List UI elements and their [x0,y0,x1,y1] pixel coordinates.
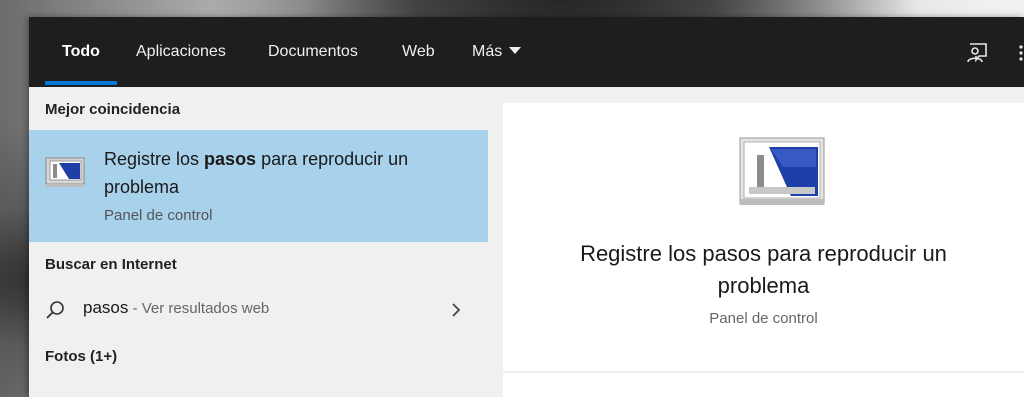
chevron-right-icon[interactable] [450,300,462,320]
best-match-subtitle: Panel de control [104,207,213,224]
preview-actions-area [503,373,1024,397]
preview-title: Registre los pasos para reproducir un pr… [580,241,947,298]
section-best-match: Mejor coincidencia [45,101,181,118]
tab-mas[interactable]: Más [472,17,522,87]
web-search-hint: - Ver resultados web [128,300,270,317]
best-title-highlight: pasos [204,149,257,169]
steps-recorder-large-icon [739,137,825,205]
tab-documentos[interactable]: Documentos [268,17,358,87]
tab-aplicaciones[interactable]: Aplicaciones [136,17,226,87]
tab-todo[interactable]: Todo [62,17,100,87]
preview-subtitle: Panel de control [709,310,818,327]
section-web-search: Buscar en Internet [45,256,177,273]
steps-recorder-icon [45,157,85,187]
web-search-text: pasos - Ver resultados web [83,298,269,318]
more-options-icon[interactable] [1013,37,1024,67]
best-title-before: Registre los [104,149,205,169]
search-panel: Todo Aplicaciones Documentos Web Más Mej… [29,17,1024,397]
search-icon [46,301,64,319]
caret-down-icon [509,47,522,55]
feedback-icon[interactable] [965,41,989,65]
results-list: Mejor coincidencia Registre los pasos pa… [29,87,488,397]
best-match-result[interactable]: Registre los pasos para reproducir un pr… [29,130,488,242]
search-tabs-bar: Todo Aplicaciones Documentos Web Más [29,17,1024,87]
tab-mas-label: Más [472,43,503,60]
web-search-query: pasos [83,298,129,317]
section-photos[interactable]: Fotos (1+) [45,348,117,365]
preview-pane: Registre los pasos para reproducir un pr… [503,103,1024,371]
best-match-title: Registre los pasos para reproducir un pr… [104,145,434,201]
active-tab-indicator [45,81,117,85]
web-search-result[interactable]: pasos - Ver resultados web [29,290,488,330]
tab-web[interactable]: Web [402,17,435,87]
